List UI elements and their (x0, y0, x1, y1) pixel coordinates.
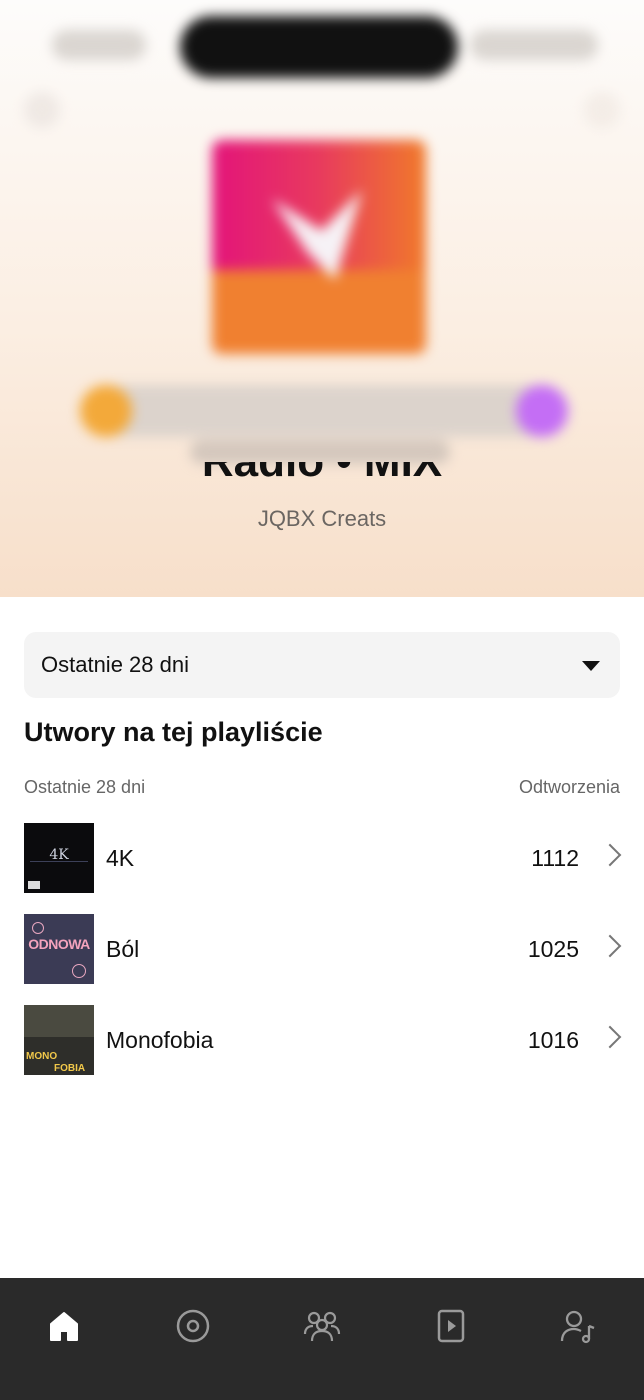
playlist-title-wrap: Radio • MIX (0, 462, 644, 502)
column-plays-header: Odtworzenia (518, 777, 620, 797)
period-dropdown[interactable]: Ostatnie 28 dni (24, 632, 620, 698)
jqbx-logo-icon (272, 190, 362, 280)
tab-player[interactable] (419, 1294, 483, 1358)
community-icon (303, 1311, 341, 1342)
cover-title: FOBIA (54, 1063, 86, 1074)
track-name: Ból (106, 936, 140, 962)
playlist-title: Radio • MIX (0, 462, 644, 492)
chevron-right-icon (598, 1025, 622, 1049)
playlist-cover (212, 140, 426, 354)
track-plays: 1112 (531, 845, 579, 871)
track-name: Monofobia (106, 1027, 214, 1053)
track-row[interactable]: 4K 4K 1112 (24, 823, 622, 893)
chevron-right-icon (598, 843, 622, 867)
track-cover: ODNOWA (24, 914, 94, 984)
tab-community[interactable] (290, 1294, 354, 1358)
section-title: Utwory na tej playliście (24, 717, 323, 747)
blurred-title-line (190, 440, 450, 464)
track-row[interactable]: ODNOWA Ból 1025 (24, 914, 622, 984)
column-period-header: Ostatnie 28 dni (24, 777, 146, 797)
tab-discover[interactable] (161, 1294, 225, 1358)
bottom-navigation (0, 1278, 644, 1400)
dynamic-island (180, 16, 458, 78)
home-icon (50, 1312, 78, 1341)
track-plays: 1016 (527, 1027, 579, 1053)
track-row[interactable]: MONO FOBIA Monofobia 1016 (24, 1005, 622, 1075)
tab-profile[interactable] (546, 1294, 610, 1358)
more-button[interactable] (584, 92, 620, 128)
status-bar-time (52, 30, 146, 60)
period-dropdown-label: Ostatnie 28 dni (41, 652, 189, 677)
chevron-right-icon (598, 934, 622, 958)
track-plays: 1025 (527, 936, 579, 962)
blurred-header-region (0, 0, 644, 464)
cover-title: ODNOWA (28, 936, 90, 952)
tab-home[interactable] (32, 1294, 96, 1358)
track-name: 4K (106, 845, 135, 871)
caret-down-icon (582, 661, 600, 671)
playlist-owner[interactable]: JQBX Creats (0, 506, 644, 532)
parental-advisory-icon (28, 881, 40, 889)
player-icon (437, 1309, 465, 1343)
playlist-banner (80, 385, 568, 437)
cover-title: MONO (26, 1051, 58, 1062)
track-cover: MONO FOBIA (24, 1005, 94, 1075)
track-cover: 4K (24, 823, 94, 893)
discover-icon (176, 1309, 210, 1343)
back-button[interactable] (24, 92, 60, 128)
playlist-header: Radio • MIX JQBX Creats (0, 0, 644, 597)
status-bar-indicators (470, 30, 598, 60)
profile-icon (560, 1310, 595, 1344)
